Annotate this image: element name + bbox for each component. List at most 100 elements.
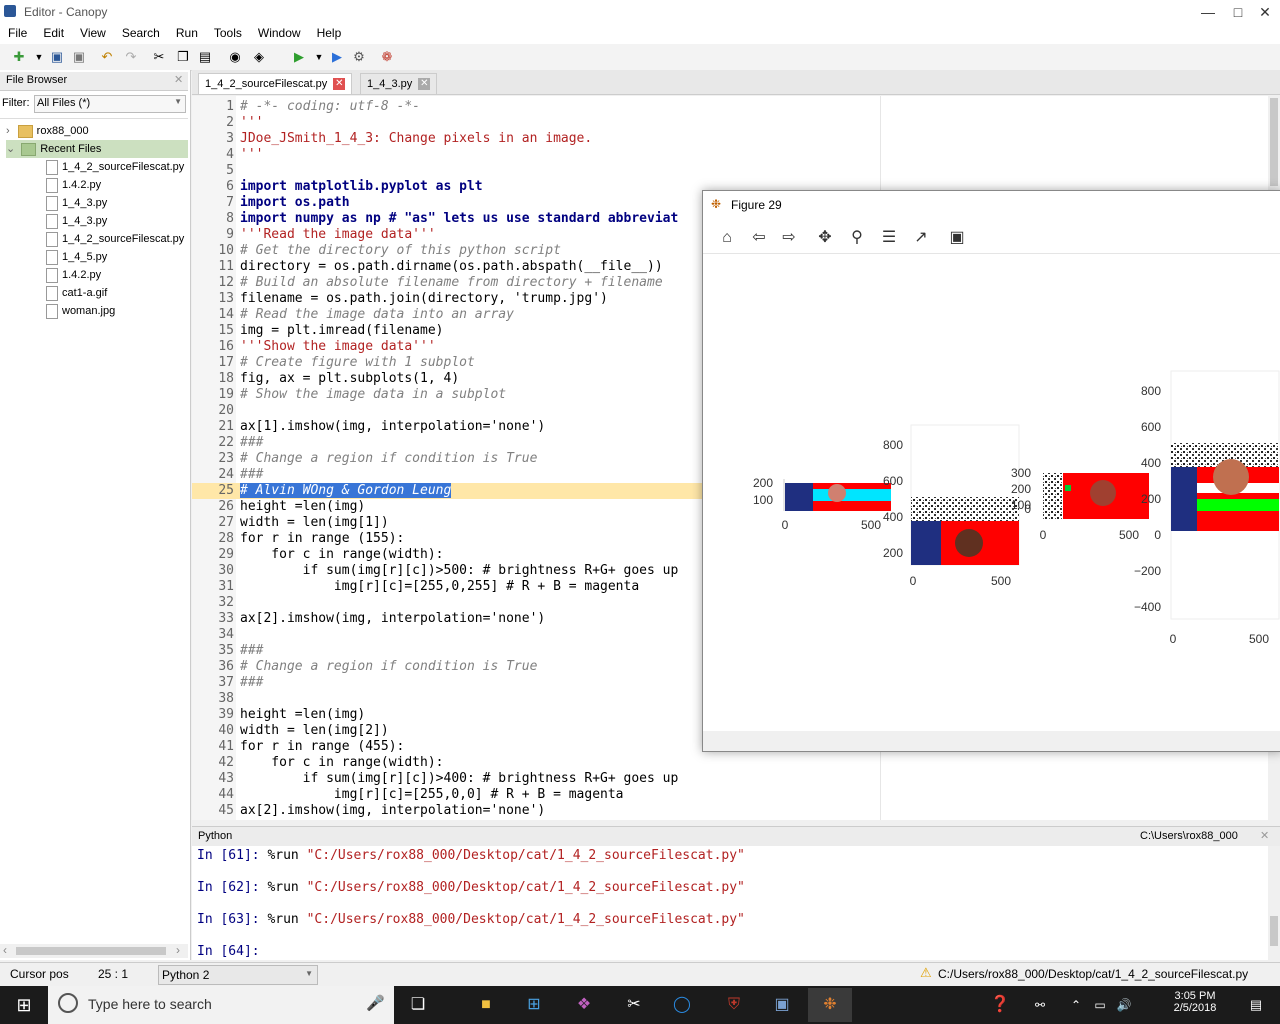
filter-select[interactable]: All Files (*) ▼ bbox=[34, 95, 186, 113]
tree-file[interactable]: 1_4_2_sourceFilescat.py bbox=[46, 158, 184, 176]
file-explorer-icon[interactable]: ■ bbox=[464, 988, 508, 1022]
close-panel-icon[interactable]: ✕ bbox=[1260, 829, 1269, 842]
scroll-left-icon[interactable]: ‹ bbox=[3, 943, 7, 957]
tab-1_4_3[interactable]: 1_4_3.py ✕ bbox=[360, 73, 438, 94]
notification-center-icon[interactable]: ▤ bbox=[1236, 988, 1276, 1022]
copy-icon[interactable]: ❐ bbox=[174, 48, 192, 66]
start-windows-icon[interactable]: ⊞ bbox=[0, 986, 48, 1024]
new-file-dropdown-icon[interactable]: ▼ bbox=[30, 48, 48, 66]
close-button[interactable]: ✕ bbox=[1250, 2, 1280, 22]
tree-file[interactable]: woman.jpg bbox=[46, 302, 115, 320]
redo-icon[interactable]: ↷ bbox=[122, 48, 140, 66]
back-icon[interactable]: ⇦ bbox=[747, 227, 771, 249]
tree-file[interactable]: 1.4.2.py bbox=[46, 266, 101, 284]
people-icon[interactable]: ⚯ bbox=[1030, 988, 1050, 1022]
debugger-icon[interactable]: ❁ bbox=[378, 48, 396, 66]
line-number: 21 bbox=[218, 419, 234, 434]
language-select-value: Python 2 bbox=[162, 968, 210, 982]
scroll-thumb[interactable] bbox=[1270, 98, 1278, 186]
home-icon[interactable]: ⌂ bbox=[715, 227, 739, 249]
tree-file[interactable]: cat1-a.gif bbox=[46, 284, 107, 302]
pan-icon[interactable]: ✥ bbox=[813, 227, 837, 249]
tree-file[interactable]: 1_4_3.py bbox=[46, 194, 107, 212]
subplots-config-icon[interactable]: ☰ bbox=[877, 227, 901, 249]
scroll-thumb[interactable] bbox=[16, 947, 166, 955]
file-browser-header: File Browser ✕ bbox=[0, 72, 188, 91]
new-file-icon[interactable]: ✚ bbox=[10, 48, 28, 66]
show-hidden-icons[interactable]: ⌃ bbox=[1066, 988, 1086, 1022]
tree-file[interactable]: 1.4.2.py bbox=[46, 176, 101, 194]
code-text: img[r][c]=[255,0,255] # R + B = magenta bbox=[240, 579, 640, 594]
task-view-icon[interactable]: ❏ bbox=[396, 988, 440, 1022]
app-icon[interactable]: ▣ bbox=[760, 988, 804, 1022]
store-icon[interactable]: ⊞ bbox=[512, 988, 556, 1022]
paste-icon[interactable]: ▤ bbox=[196, 48, 214, 66]
undo-icon[interactable]: ↶ bbox=[98, 48, 116, 66]
tree-file[interactable]: 1_4_5.py bbox=[46, 248, 107, 266]
network-icon[interactable]: ▭ bbox=[1090, 988, 1110, 1022]
find-replace-icon[interactable]: ◈ bbox=[250, 48, 268, 66]
line-number: 27 bbox=[218, 515, 234, 530]
snipping-tool-icon[interactable]: ✂ bbox=[612, 988, 656, 1022]
code-text: # Alvin WOng & Gordon Leung bbox=[240, 483, 452, 498]
code-line: 7 import os.path bbox=[192, 195, 349, 211]
edit-axes-icon[interactable]: ↗ bbox=[909, 227, 933, 249]
tree-file[interactable]: 1_4_2_sourceFilescat.py bbox=[46, 230, 184, 248]
language-select[interactable]: Python 2 ▼ bbox=[158, 965, 318, 985]
save-figure-icon[interactable]: ▣ bbox=[945, 227, 969, 249]
menu-search[interactable]: Search bbox=[114, 24, 168, 40]
tree-file[interactable]: 1_4_3.py bbox=[46, 212, 107, 230]
scroll-right-icon[interactable]: › bbox=[176, 943, 180, 957]
save-all-icon[interactable]: ▣ bbox=[70, 48, 88, 66]
cursor-pos-label: Cursor pos bbox=[10, 967, 69, 981]
code-line: 28 for r in range (155): bbox=[192, 531, 404, 547]
minimize-button[interactable]: — bbox=[1193, 2, 1223, 22]
menu-view[interactable]: View bbox=[72, 24, 114, 40]
python-console[interactable] bbox=[192, 846, 1268, 960]
edge-browser-icon[interactable]: ◯ bbox=[660, 988, 704, 1022]
help-icon[interactable]: ❓ bbox=[978, 988, 1022, 1022]
line-number: 13 bbox=[218, 291, 234, 306]
mcafee-icon[interactable]: ⛨ bbox=[712, 988, 756, 1022]
maximize-button[interactable]: □ bbox=[1223, 2, 1253, 22]
canopy-taskbar-icon[interactable]: ❉ bbox=[808, 988, 852, 1022]
close-panel-icon[interactable]: ✕ bbox=[174, 73, 183, 86]
tree-item-rox88[interactable]: › rox88_000 bbox=[6, 122, 89, 140]
file-browser-hscroll[interactable]: ‹ › bbox=[0, 943, 188, 958]
run-dropdown-icon[interactable]: ▼ bbox=[310, 48, 328, 66]
forward-icon[interactable]: ⇨ bbox=[777, 227, 801, 249]
code-line: 39 height =len(img) bbox=[192, 707, 365, 723]
find-icon[interactable]: ◉ bbox=[226, 48, 244, 66]
microphone-icon[interactable]: 🎤 bbox=[366, 994, 385, 1012]
volume-icon[interactable]: 🔊 bbox=[1114, 988, 1134, 1022]
tree-item-recent-files[interactable]: ⌄ Recent Files bbox=[6, 140, 188, 158]
taskbar-search-box[interactable]: Type here to search 🎤 bbox=[48, 986, 394, 1024]
code-line: 36 # Change a region if condition is True bbox=[192, 659, 537, 675]
image-face-region bbox=[828, 484, 846, 502]
menu-tools[interactable]: Tools bbox=[206, 24, 250, 40]
zoom-icon[interactable]: ⚲ bbox=[845, 227, 869, 249]
debug-run-icon[interactable]: ▶ bbox=[328, 48, 346, 66]
console-vscroll[interactable] bbox=[1268, 846, 1280, 960]
code-text: width = len(img[2]) bbox=[240, 723, 389, 738]
menu-help[interactable]: Help bbox=[309, 24, 350, 40]
menu-file[interactable]: File bbox=[0, 24, 35, 40]
menu-run[interactable]: Run bbox=[168, 24, 206, 40]
line-number: 9 bbox=[226, 227, 234, 242]
save-icon[interactable]: ▣ bbox=[48, 48, 66, 66]
tab-1_4_2_sourcefilescat[interactable]: 1_4_2_sourceFilescat.py ✕ bbox=[198, 73, 353, 94]
menu-edit[interactable]: Edit bbox=[35, 24, 72, 40]
scroll-thumb[interactable] bbox=[1270, 916, 1278, 946]
close-tab-icon[interactable]: ✕ bbox=[418, 78, 431, 91]
code-text: import matplotlib.pyplot as plt bbox=[240, 179, 483, 194]
clock[interactable]: 3:05 PM 2/5/2018 bbox=[1160, 988, 1230, 1022]
run-icon[interactable]: ▶ bbox=[290, 48, 308, 66]
paint-icon[interactable]: ❖ bbox=[562, 988, 606, 1022]
clock-time: 3:05 PM bbox=[1174, 990, 1216, 1002]
close-tab-icon[interactable]: ✕ bbox=[333, 78, 346, 91]
cut-icon[interactable]: ✂ bbox=[150, 48, 168, 66]
restart-kernel-icon[interactable]: ⚙ bbox=[350, 48, 368, 66]
toolbar: ✚ ▼ ▣ ▣ ↶ ↷ ✂ ❐ ▤ ◉ ◈ ▶ ▼ ▶ ⚙ ❁ bbox=[0, 44, 1280, 71]
menu-window[interactable]: Window bbox=[250, 24, 309, 40]
file-icon bbox=[46, 249, 58, 265]
